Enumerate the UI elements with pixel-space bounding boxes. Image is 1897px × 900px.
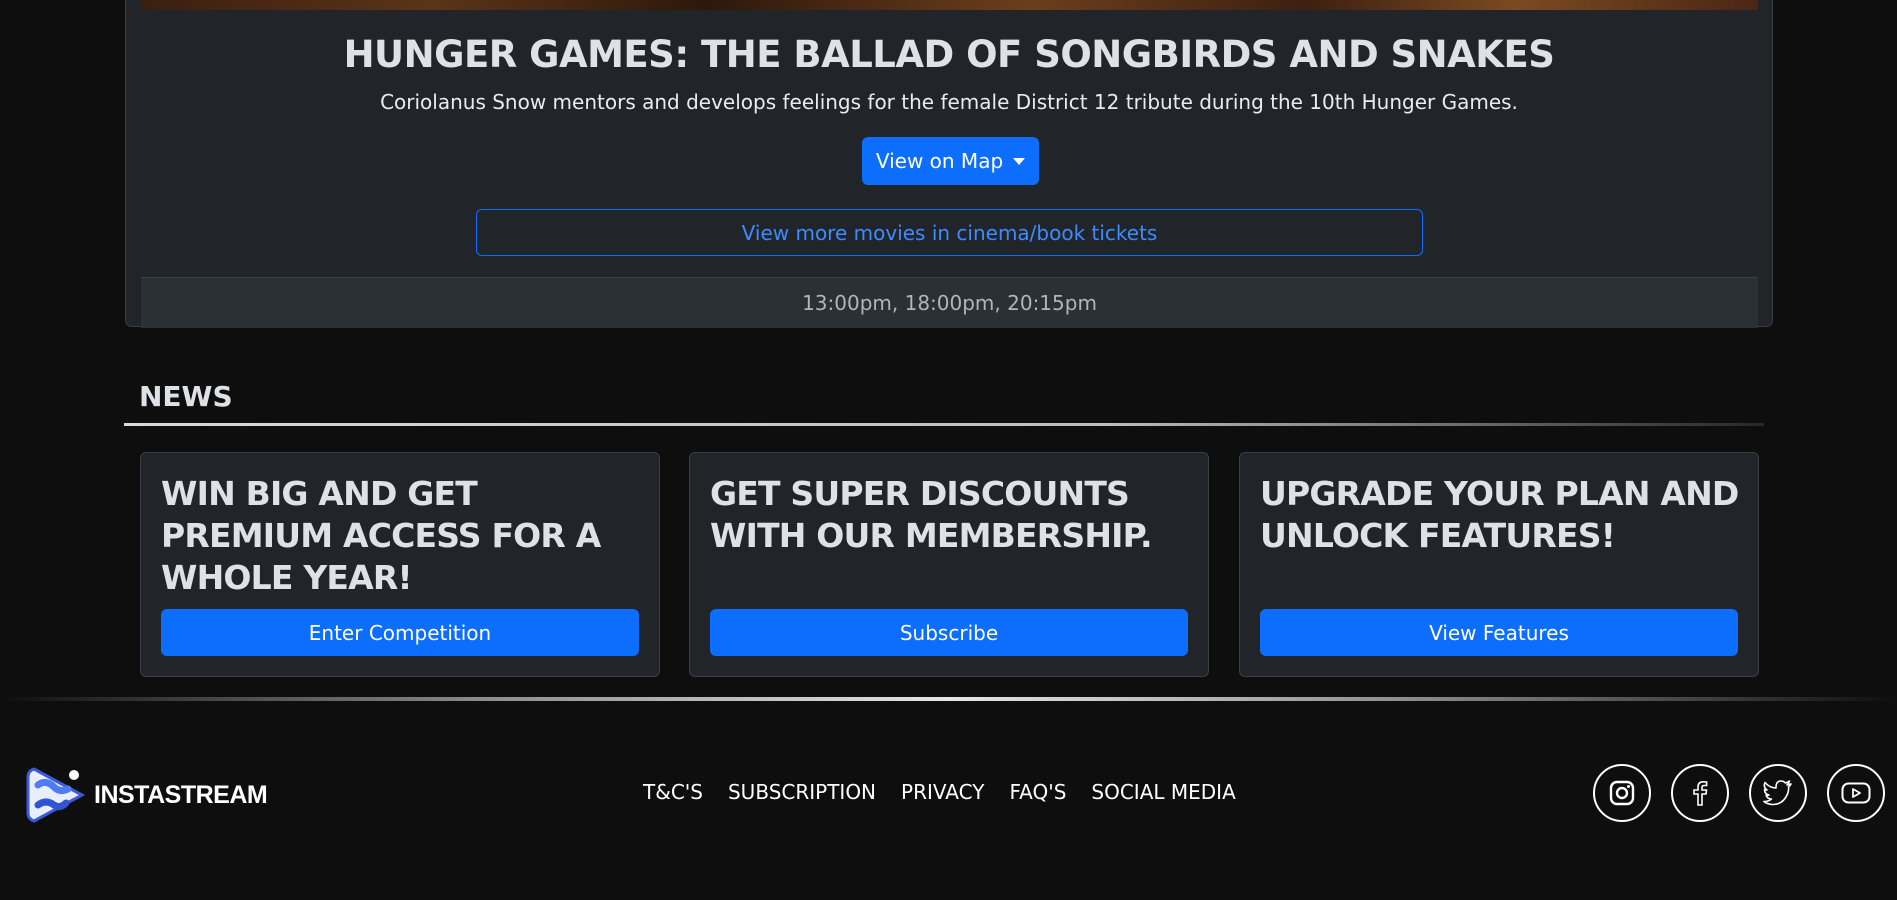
logo-text: INSTASTREAM	[94, 780, 268, 809]
social-links	[1593, 764, 1885, 822]
view-more-movies-button[interactable]: View more movies in cinema/book tickets	[476, 209, 1423, 256]
twitter-link[interactable]	[1749, 764, 1807, 822]
footer-divider	[0, 697, 1897, 701]
facebook-icon	[1693, 780, 1708, 806]
news-card-title: WIN BIG AND GET PREMIUM ACCESS FOR A WHO…	[161, 474, 601, 597]
instagram-link[interactable]	[1593, 764, 1651, 822]
enter-competition-button[interactable]: Enter Competition	[161, 609, 639, 656]
movie-card: HUNGER GAMES: THE BALLAD OF SONGBIRDS AN…	[125, 0, 1773, 328]
footer-link-terms[interactable]: T&C'S	[643, 780, 703, 804]
view-on-map-label: View on Map	[875, 149, 1004, 173]
subscribe-button[interactable]: Subscribe	[710, 609, 1188, 656]
movie-title: HUNGER GAMES: THE BALLAD OF SONGBIRDS AN…	[343, 33, 1555, 76]
footer-nav: T&C'S SUBSCRIPTION PRIVACY FAQ'S SOCIAL …	[643, 780, 1236, 804]
footer-link-privacy[interactable]: PRIVACY	[901, 780, 984, 804]
instagram-icon	[1609, 780, 1635, 806]
news-card: GET SUPER DISCOUNTS WITH OUR MEMBERSHIP.…	[689, 452, 1209, 677]
instastream-logo[interactable]: INSTASTREAM	[24, 763, 268, 827]
news-card-title: GET SUPER DISCOUNTS WITH OUR MEMBERSHIP.	[710, 474, 1153, 555]
view-on-map-dropdown[interactable]: View on Map	[862, 137, 1039, 185]
youtube-icon	[1841, 782, 1871, 804]
news-card: UPGRADE YOUR PLAN AND UNLOCK FEATURES! V…	[1239, 452, 1759, 677]
facebook-link[interactable]	[1671, 764, 1729, 822]
news-card: WIN BIG AND GET PREMIUM ACCESS FOR A WHO…	[140, 452, 660, 677]
movie-poster	[141, 0, 1758, 10]
movie-description: Coriolanus Snow mentors and develops fee…	[380, 90, 1518, 114]
youtube-link[interactable]	[1827, 764, 1885, 822]
footer-link-faqs[interactable]: FAQ'S	[1009, 780, 1066, 804]
footer-link-social-media[interactable]: SOCIAL MEDIA	[1091, 780, 1235, 804]
logo-icon	[26, 767, 86, 823]
twitter-icon	[1763, 780, 1792, 806]
footer-link-subscription[interactable]: SUBSCRIPTION	[728, 780, 876, 804]
showtimes: 13:00pm, 18:00pm, 20:15pm	[141, 277, 1758, 328]
news-heading: NEWS	[139, 380, 233, 413]
view-features-button[interactable]: View Features	[1260, 609, 1738, 656]
news-card-title: UPGRADE YOUR PLAN AND UNLOCK FEATURES!	[1260, 474, 1739, 555]
news-divider	[124, 423, 1764, 426]
caret-down-icon	[1013, 157, 1026, 165]
